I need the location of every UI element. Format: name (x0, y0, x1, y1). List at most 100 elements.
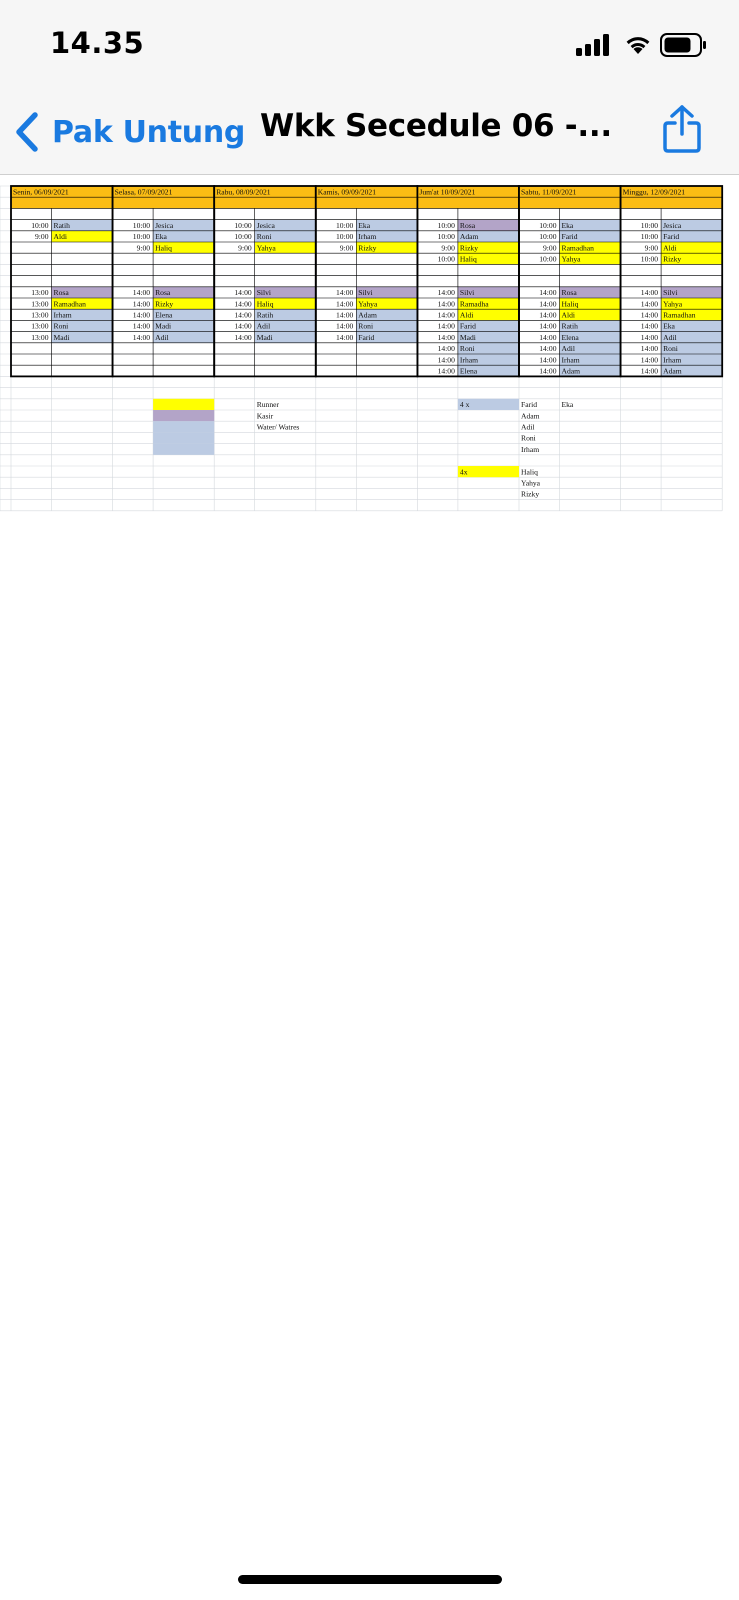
shift-time: 14:00 (641, 333, 659, 342)
staff-name: Rosa (460, 221, 476, 230)
day-border (213, 185, 317, 378)
note-name: Adil (521, 423, 535, 432)
home-indicator[interactable] (238, 1575, 502, 1584)
shift-time: 14:00 (438, 344, 456, 353)
staff-name: Yahya (358, 299, 378, 308)
staff-name: Silvi (257, 288, 271, 297)
shift-time: 10:00 (641, 255, 659, 264)
document-title: Wkk Secedule 06 -... (260, 108, 612, 144)
shift-time: 14:00 (336, 333, 354, 342)
legend-label: Kasir (257, 411, 274, 420)
staff-name: Ramadha (460, 299, 489, 308)
staff-name: Farid (460, 322, 476, 331)
staff-name: Roni (460, 344, 475, 353)
shift-time: 9:00 (137, 243, 151, 252)
note-name: Irham (521, 445, 539, 454)
staff-name: Roni (663, 344, 678, 353)
shift-time: 10:00 (539, 255, 557, 264)
shift-time: 9:00 (340, 243, 354, 252)
shift-time: 14:00 (641, 344, 659, 353)
staff-name: Adam (358, 311, 377, 320)
staff-name: Madi (460, 333, 476, 342)
shift-time: 10:00 (641, 221, 659, 230)
share-icon[interactable] (661, 104, 703, 154)
staff-name: Farid (663, 232, 679, 241)
day-header: Minggu, 12/09/2021 (623, 187, 686, 196)
staff-name: Aldi (663, 243, 677, 252)
staff-name: Irham (663, 355, 681, 364)
staff-name: Yahya (257, 243, 277, 252)
staff-name: Adam (663, 367, 682, 376)
shift-time: 14:00 (641, 367, 659, 376)
shift-time: 9:00 (543, 243, 557, 252)
shift-time: 14:00 (539, 344, 557, 353)
shift-time: 14:00 (539, 367, 557, 376)
staff-name: Rizky (155, 299, 173, 308)
shift-time: 14:00 (438, 288, 456, 297)
legend-swatch (153, 410, 215, 422)
staff-name: Jesica (155, 221, 174, 230)
shift-time: 9:00 (35, 232, 49, 241)
spreadsheet-view[interactable]: Senin, 06/09/2021 10:00 Ratih 9:00 Aldi 13:00… (0, 174, 739, 514)
note-count: 4 x (460, 400, 470, 409)
shift-time: 14:00 (641, 299, 659, 308)
note-count: 4x (460, 467, 468, 476)
shift-time: 9:00 (441, 243, 455, 252)
shift-time: 14:00 (133, 322, 151, 331)
shift-time: 10:00 (133, 232, 151, 241)
wifi-icon (626, 37, 650, 54)
shift-time: 14:00 (539, 322, 557, 331)
shift-time: 13:00 (31, 311, 49, 320)
legend-swatch (153, 421, 215, 433)
shift-time: 14:00 (336, 299, 354, 308)
staff-name: Jesica (257, 221, 276, 230)
staff-name: Eka (358, 221, 370, 230)
note-name: Farid (521, 400, 537, 409)
shift-time: 9:00 (238, 243, 252, 252)
staff-name: Farid (562, 232, 578, 241)
shift-time: 10:00 (438, 255, 456, 264)
day-header: Sabtu, 11/09/2021 (521, 187, 577, 196)
shift-time: 14:00 (234, 322, 252, 331)
staff-name: Roni (257, 232, 272, 241)
note-name: Roni (521, 434, 536, 443)
shift-time: 13:00 (31, 299, 49, 308)
staff-name: Rizky (460, 243, 478, 252)
shift-time: 10:00 (438, 221, 456, 230)
shift-time: 10:00 (31, 221, 49, 230)
legend-swatch (153, 432, 215, 444)
chevron-left-icon (16, 112, 38, 152)
staff-name: Irham (460, 355, 478, 364)
staff-name: Ratih (257, 311, 274, 320)
staff-name: Haliq (257, 299, 274, 308)
staff-name: Silvi (460, 288, 474, 297)
shift-time: 13:00 (31, 288, 49, 297)
shift-time: 14:00 (539, 355, 557, 364)
shift-time: 14:00 (133, 299, 151, 308)
shift-time: 13:00 (31, 322, 49, 331)
shift-time: 14:00 (336, 322, 354, 331)
staff-name: Madi (257, 333, 273, 342)
battery-icon (660, 33, 706, 57)
status-bar: 14.35 (0, 0, 739, 90)
staff-name: Rizky (358, 243, 376, 252)
staff-name: Ramadhan (562, 243, 595, 252)
shift-time: 14:00 (133, 288, 151, 297)
legend-label: Water/ Watres (257, 423, 300, 432)
staff-name: Adil (257, 322, 271, 331)
staff-name: Ratih (54, 221, 71, 230)
shift-time: 10:00 (234, 221, 252, 230)
back-button[interactable]: Pak Untung (14, 110, 245, 154)
shift-time: 10:00 (336, 221, 354, 230)
shift-time: 14:00 (234, 311, 252, 320)
shift-time: 10:00 (539, 232, 557, 241)
day-header: Kamis, 09/09/2021 (318, 187, 376, 196)
status-time: 14.35 (50, 26, 145, 60)
shift-time: 14:00 (133, 333, 151, 342)
staff-name: Adam (562, 367, 581, 376)
back-button-label: Pak Untung (52, 114, 246, 150)
day-header: Rabu, 08/09/2021 (216, 187, 271, 196)
shift-time: 13:00 (31, 333, 49, 342)
staff-name: Yahya (562, 255, 582, 264)
staff-name: Rizky (663, 255, 681, 264)
